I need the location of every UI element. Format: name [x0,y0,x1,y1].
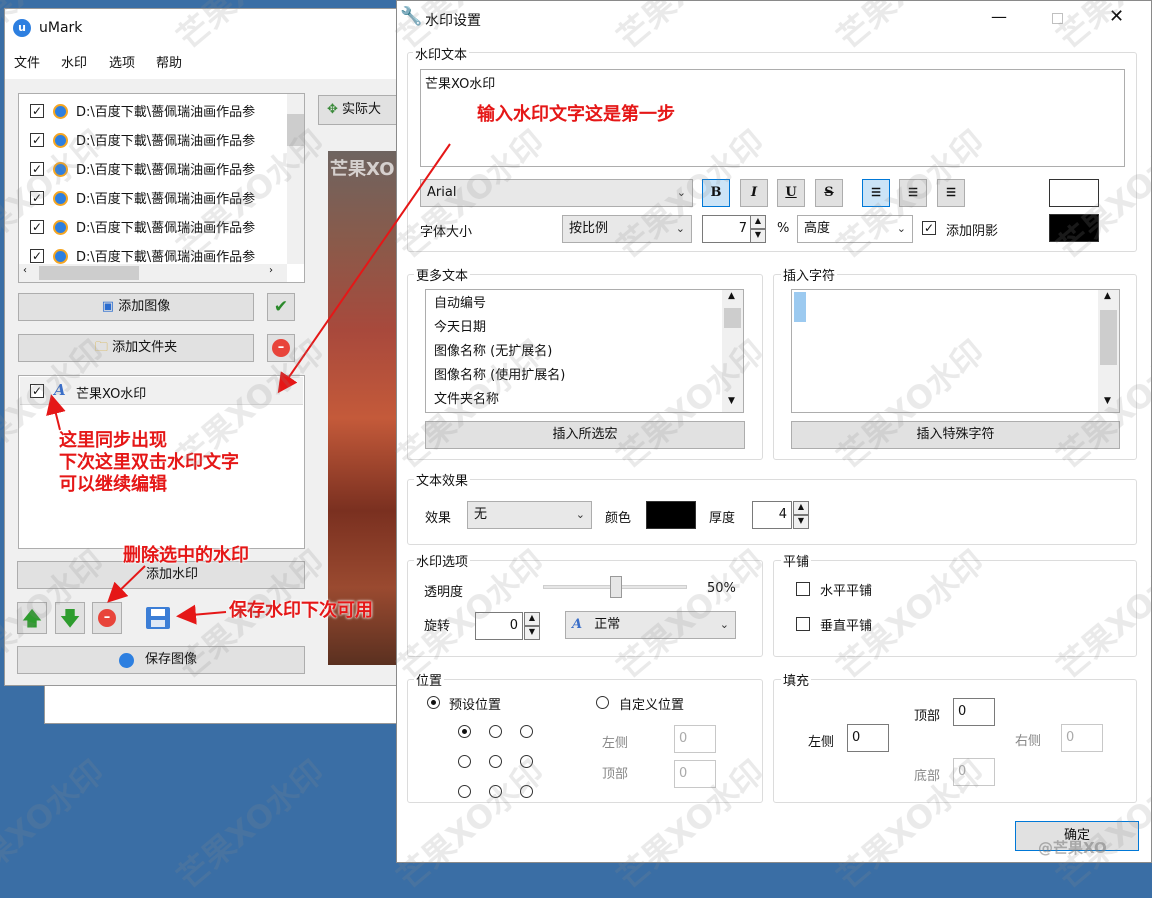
arrow-to-save-button [176,604,227,625]
annotation-arrows [46,143,451,625]
arrow-to-watermark-list [277,143,451,394]
annotation-sync-line1: 这里同步出现 [59,430,167,451]
annotation-sync-line2: 下次这里双击水印文字 [59,452,239,473]
annotation-save: 保存水印下次可用 [229,600,373,621]
arrow-to-watermark-checkbox [46,394,66,431]
annotation-delete: 删除选中的水印 [123,545,249,566]
annotation-sync-line3: 可以继续编辑 [59,474,167,495]
annotation-step1: 输入水印文字这是第一步 [477,104,675,125]
arrow-to-delete-button [107,565,146,603]
